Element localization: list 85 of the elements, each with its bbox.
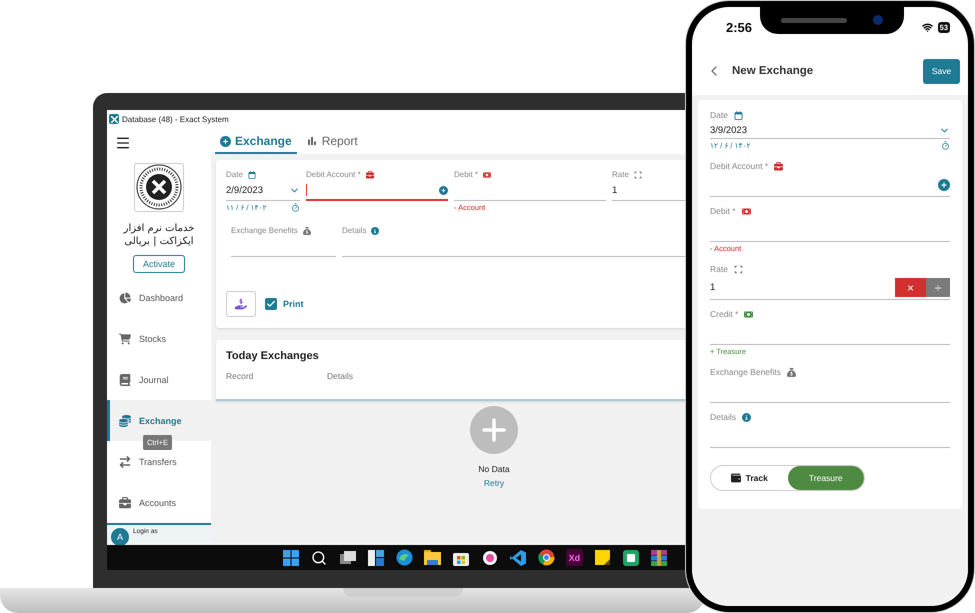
field-label: Rate (710, 264, 728, 274)
activate-button[interactable]: Activate (133, 254, 185, 274)
frame-icon (634, 170, 642, 178)
field-label: Exchange Benefits (231, 226, 298, 235)
greenapp-icon[interactable] (622, 548, 640, 566)
banknote-icon (483, 170, 492, 178)
folder-icon[interactable] (424, 548, 442, 566)
coins-icon (119, 414, 131, 427)
briefcase-icon (119, 496, 131, 509)
window-title: Database (48) - Exact System (122, 114, 229, 124)
field-value: 2/9/2023 (226, 185, 263, 196)
company-logo (134, 163, 184, 212)
timer-icon[interactable] (291, 203, 300, 212)
cart-icon (119, 332, 131, 345)
pinkapp-icon[interactable] (480, 548, 499, 566)
edge-icon[interactable] (396, 548, 414, 566)
field-value: 1 (612, 185, 618, 196)
calendar-icon (248, 170, 256, 178)
briefcase-icon (366, 170, 374, 178)
checkbox[interactable] (265, 298, 277, 310)
field-label: Details (710, 412, 736, 422)
frame-icon (734, 264, 743, 274)
bar-chart-icon (306, 135, 318, 147)
field-label: Debit Account * (710, 161, 768, 171)
menu-icon[interactable] (115, 135, 131, 151)
archive-icon[interactable] (650, 548, 668, 566)
column-header: Record (226, 371, 254, 381)
chrome-icon[interactable] (538, 548, 556, 566)
widgets-icon[interactable] (367, 548, 386, 566)
xd-app-icon[interactable]: Xd (566, 549, 583, 566)
column-header: Details (327, 371, 354, 381)
info-icon (742, 412, 751, 422)
calendar-icon (734, 110, 743, 120)
save-button[interactable]: Save (923, 58, 960, 84)
add-icon[interactable] (439, 186, 448, 194)
field-label: Date (710, 110, 728, 120)
print-checkbox[interactable]: Print (265, 298, 304, 310)
operator-button[interactable]: ÷ (926, 278, 950, 297)
hand-coin-icon (235, 298, 247, 310)
input-field[interactable] (306, 181, 448, 201)
field-label: Debit * (710, 206, 736, 216)
money-bag-icon (302, 226, 311, 234)
field-label: Details (342, 226, 366, 235)
toggle-option[interactable]: Treasure (788, 466, 864, 490)
sticky-icon[interactable] (593, 548, 612, 566)
timer-icon[interactable] (941, 141, 950, 150)
operator-button[interactable]: × (895, 278, 926, 297)
hand-coin-button[interactable] (226, 291, 256, 317)
taskview-icon[interactable] (338, 548, 357, 566)
avatar: A (111, 528, 129, 545)
field-label: Rate (612, 170, 629, 179)
page-title: New Exchange (732, 65, 814, 77)
banknote-icon (744, 310, 754, 318)
status-time: 2:56 (726, 20, 752, 34)
add-icon (220, 136, 231, 146)
field-label: Debit * (454, 170, 478, 179)
search-icon[interactable] (310, 548, 328, 566)
input-field[interactable]: 1 × ÷ (710, 276, 950, 300)
field-label: Exchange Benefits (710, 367, 781, 377)
vscode-icon[interactable] (509, 548, 528, 566)
field-label: Date (226, 170, 243, 179)
tab[interactable]: Exchange (215, 130, 297, 154)
add-icon[interactable] (938, 178, 950, 190)
empty-message: No Data (478, 464, 510, 474)
book-icon (119, 374, 131, 386)
banknote-icon (742, 206, 751, 216)
section-title: Today Exchanges (226, 350, 320, 362)
retry-link[interactable]: Retry (484, 478, 504, 488)
company-name: ایکزاکت | بریالی (124, 236, 194, 247)
money-bag-icon (786, 368, 796, 376)
pie-chart-icon (119, 292, 131, 304)
field-value: 3/9/2023 (710, 124, 747, 136)
tab[interactable]: Report (300, 130, 363, 154)
wallet-icon (730, 473, 741, 483)
field-label: Credit * (710, 309, 738, 319)
field-value: 1 (710, 282, 716, 293)
field-label: Debit Account * (306, 170, 361, 179)
input-field[interactable]: 2/9/2023 (226, 181, 300, 201)
transfer-icon (119, 456, 131, 468)
company-name: خدمات نرم افزار (124, 222, 194, 234)
info-icon (371, 226, 380, 234)
wifi-icon (922, 22, 933, 32)
briefcase-icon (774, 162, 784, 170)
start-icon[interactable] (282, 548, 300, 566)
input-field[interactable]: 3/9/2023 (710, 122, 950, 139)
